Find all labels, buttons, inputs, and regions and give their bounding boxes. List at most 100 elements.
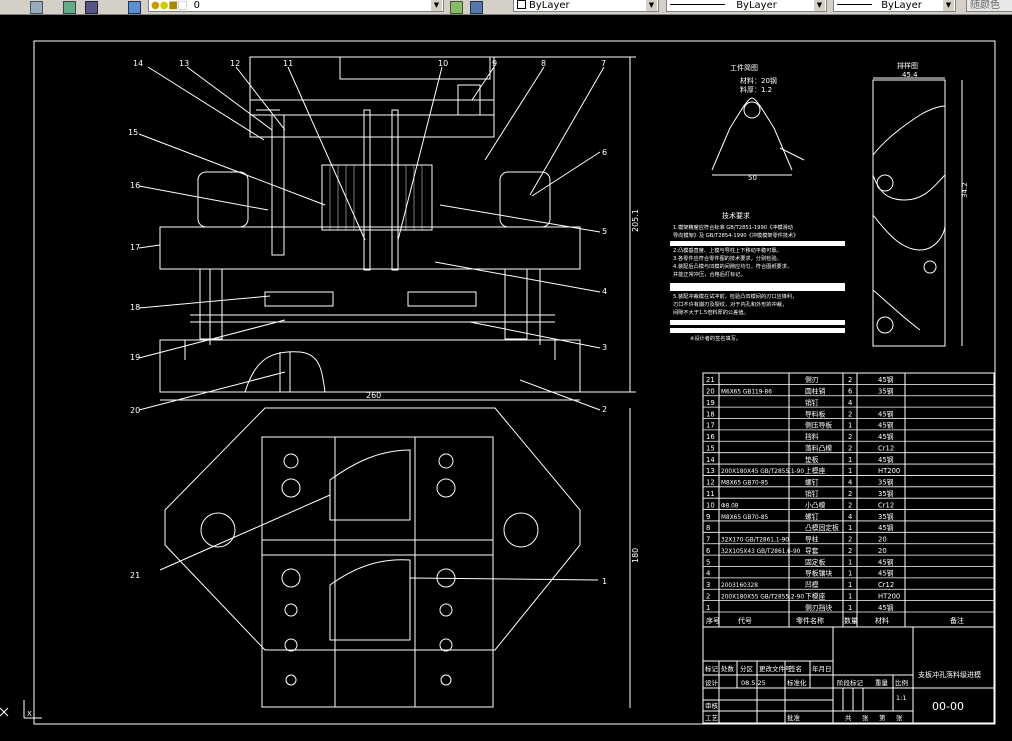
layer-properties-icon[interactable] xyxy=(128,1,141,14)
strip-dim-height: 34.2 xyxy=(961,182,969,198)
strip-layout xyxy=(872,77,963,347)
bom-cell-material: 35钢 xyxy=(878,387,894,396)
bom-cell-name: 销钉 xyxy=(805,489,819,498)
bom-cell-material: HT200 xyxy=(878,592,900,600)
balloon-11: 11 xyxy=(283,59,293,68)
tb-weight: 重量 xyxy=(875,679,889,687)
chevron-down-icon[interactable]: ▼ xyxy=(431,0,442,11)
scroll-marker xyxy=(0,707,9,717)
balloon-19: 19 xyxy=(130,353,140,362)
chevron-down-icon[interactable]: ▼ xyxy=(646,0,657,11)
layer-combo[interactable]: ●●■■ 0 ▼ xyxy=(148,0,444,12)
bom-cell-name: 侧压导板 xyxy=(805,421,832,430)
balloon-8: 8 xyxy=(541,59,546,68)
lineweight-combo[interactable]: ByLayer ▼ xyxy=(833,0,956,12)
bom-cell-name: 导柱 xyxy=(805,535,819,544)
layer-previous-button-icon[interactable] xyxy=(470,1,483,14)
color-combo[interactable]: ByLayer ▼ xyxy=(513,0,659,12)
bom-cell-name: 凹模 xyxy=(805,580,819,589)
bom-cell-material: 45钢 xyxy=(878,569,894,578)
bom-cell-qty: 2 xyxy=(848,536,852,544)
balloon-2: 2 xyxy=(602,405,607,414)
tech-req-line-4: 3.各零件应符合零件图的技术要求，分别检验。 xyxy=(673,254,782,262)
bom-cell-no: 15 xyxy=(706,444,715,452)
layer-previous-icon[interactable] xyxy=(85,1,98,14)
chevron-down-icon[interactable]: ▼ xyxy=(943,0,954,11)
bom-cell-code: 200X180X55 GB/T2855.2-90 xyxy=(721,594,804,600)
bom-cell-no: 18 xyxy=(706,410,715,418)
strip-layout-text: 排样图 45.4 34.2 xyxy=(897,61,969,198)
bom-cell-material: 35钢 xyxy=(878,478,894,487)
tb-scale: 比例 xyxy=(895,678,908,687)
bom-cell-no: 5 xyxy=(706,558,710,566)
bom-cell-material: 35钢 xyxy=(878,489,894,498)
tb-review: 审核 xyxy=(705,701,719,710)
lineweight-sample-icon xyxy=(837,4,872,5)
tech-req-note: ※设计者的签名填写。 xyxy=(690,334,741,342)
bom-cell-no: 14 xyxy=(706,456,715,464)
bom-cell-material: 20 xyxy=(878,536,887,544)
bom-cell-no: 12 xyxy=(706,479,715,487)
layer-icon[interactable] xyxy=(63,1,76,14)
color-swatch-icon xyxy=(517,0,526,9)
bom-cell-qty: 2 xyxy=(848,444,852,452)
bom-cell-material: HT200 xyxy=(878,467,900,475)
tb-change-doc: 更改文件号 xyxy=(759,664,792,673)
layer-states-icon[interactable] xyxy=(30,1,43,14)
drawing-canvas[interactable]: 14 13 12 11 10 9 8 7 15 16 17 18 19 20 2… xyxy=(0,15,1012,741)
bom-cell-name: 固定板 xyxy=(805,557,826,566)
tb-process: 工艺 xyxy=(705,714,719,722)
plan-view xyxy=(159,407,631,708)
bom-cell-no: 6 xyxy=(706,547,710,555)
bom-cell-material: 45钢 xyxy=(878,375,894,384)
chevron-down-icon[interactable]: ▼ xyxy=(814,0,825,11)
bom-cell-material: 45钢 xyxy=(878,455,894,464)
bom-cell-code: M6X65 GB119-86 xyxy=(721,390,772,396)
balloon-17: 17 xyxy=(130,243,140,252)
bom-cell-name: 凸模固定板 xyxy=(805,523,839,532)
bom-cell-name: 销钉 xyxy=(805,398,819,407)
bom-cell-material: 45钢 xyxy=(878,432,894,441)
tech-req-title: 技术要求 xyxy=(722,211,750,220)
make-current-layer-icon[interactable] xyxy=(450,1,463,14)
bom-header-qty: 数量 xyxy=(844,616,858,625)
tb-approve: 批准 xyxy=(787,713,801,722)
bom-cell-code: 200X180X45 GB/T2855.1-90 xyxy=(721,469,804,475)
plotstyle-combo[interactable]: 随颜色 xyxy=(966,0,1012,12)
ucs-icon: X xyxy=(23,700,42,719)
tb-standardize: 标准化 xyxy=(787,678,807,687)
bom-cell-material: 45钢 xyxy=(878,603,894,612)
tb-date: 年月日 xyxy=(812,664,832,673)
lineweight-value: ByLayer xyxy=(881,0,922,11)
dim-height-plan: 180 xyxy=(631,548,640,563)
bom-cell-qty: 2 xyxy=(848,433,852,441)
bom-cell-material: 35钢 xyxy=(878,512,894,521)
bom-cell-no: 8 xyxy=(706,524,710,532)
linetype-value: ByLayer xyxy=(736,0,777,11)
bom-cell-name: 圆柱销 xyxy=(805,387,826,396)
bom-cell-no: 11 xyxy=(706,490,715,498)
balloon-15: 15 xyxy=(128,128,138,137)
bom-cell-name: 落料凸模 xyxy=(805,443,832,452)
bom-cell-name: 螺钉 xyxy=(805,512,819,521)
bom-cell-name: 小凸模 xyxy=(805,500,826,509)
bom-cell-qty: 1 xyxy=(848,604,852,612)
bom-cell-no: 2 xyxy=(706,592,710,600)
balloon-20: 20 xyxy=(130,406,140,415)
bom-cell-no: 9 xyxy=(706,513,710,521)
tech-req-line-7: 5.装配冲裁模在试冲前，检验凸凹模间的刃口应锋利， xyxy=(673,292,797,300)
tech-req-line-3: 2.凸模垂直度、上模与导柱上下移动平稳可靠。 xyxy=(673,246,782,254)
tb-sheet-unit1: 张 xyxy=(862,713,869,722)
balloon-14: 14 xyxy=(133,59,143,68)
tb-drawing-title: 支板冲孔落料级进模 xyxy=(918,670,981,679)
bom-cell-qty: 1 xyxy=(848,570,852,578)
bom-cell-no: 21 xyxy=(706,376,715,384)
tb-sheet-no: 第 xyxy=(879,713,886,722)
bom-cell-qty: 6 xyxy=(848,388,852,396)
bom-cell-name: 导套 xyxy=(805,546,819,555)
linetype-combo[interactable]: ByLayer ▼ xyxy=(666,0,827,12)
tb-sheets-total: 共 xyxy=(845,713,852,722)
strip-dim-pitch: 45.4 xyxy=(902,71,918,79)
bom-cell-qty: 1 xyxy=(848,581,852,589)
bom-cell-no: 16 xyxy=(706,433,715,441)
